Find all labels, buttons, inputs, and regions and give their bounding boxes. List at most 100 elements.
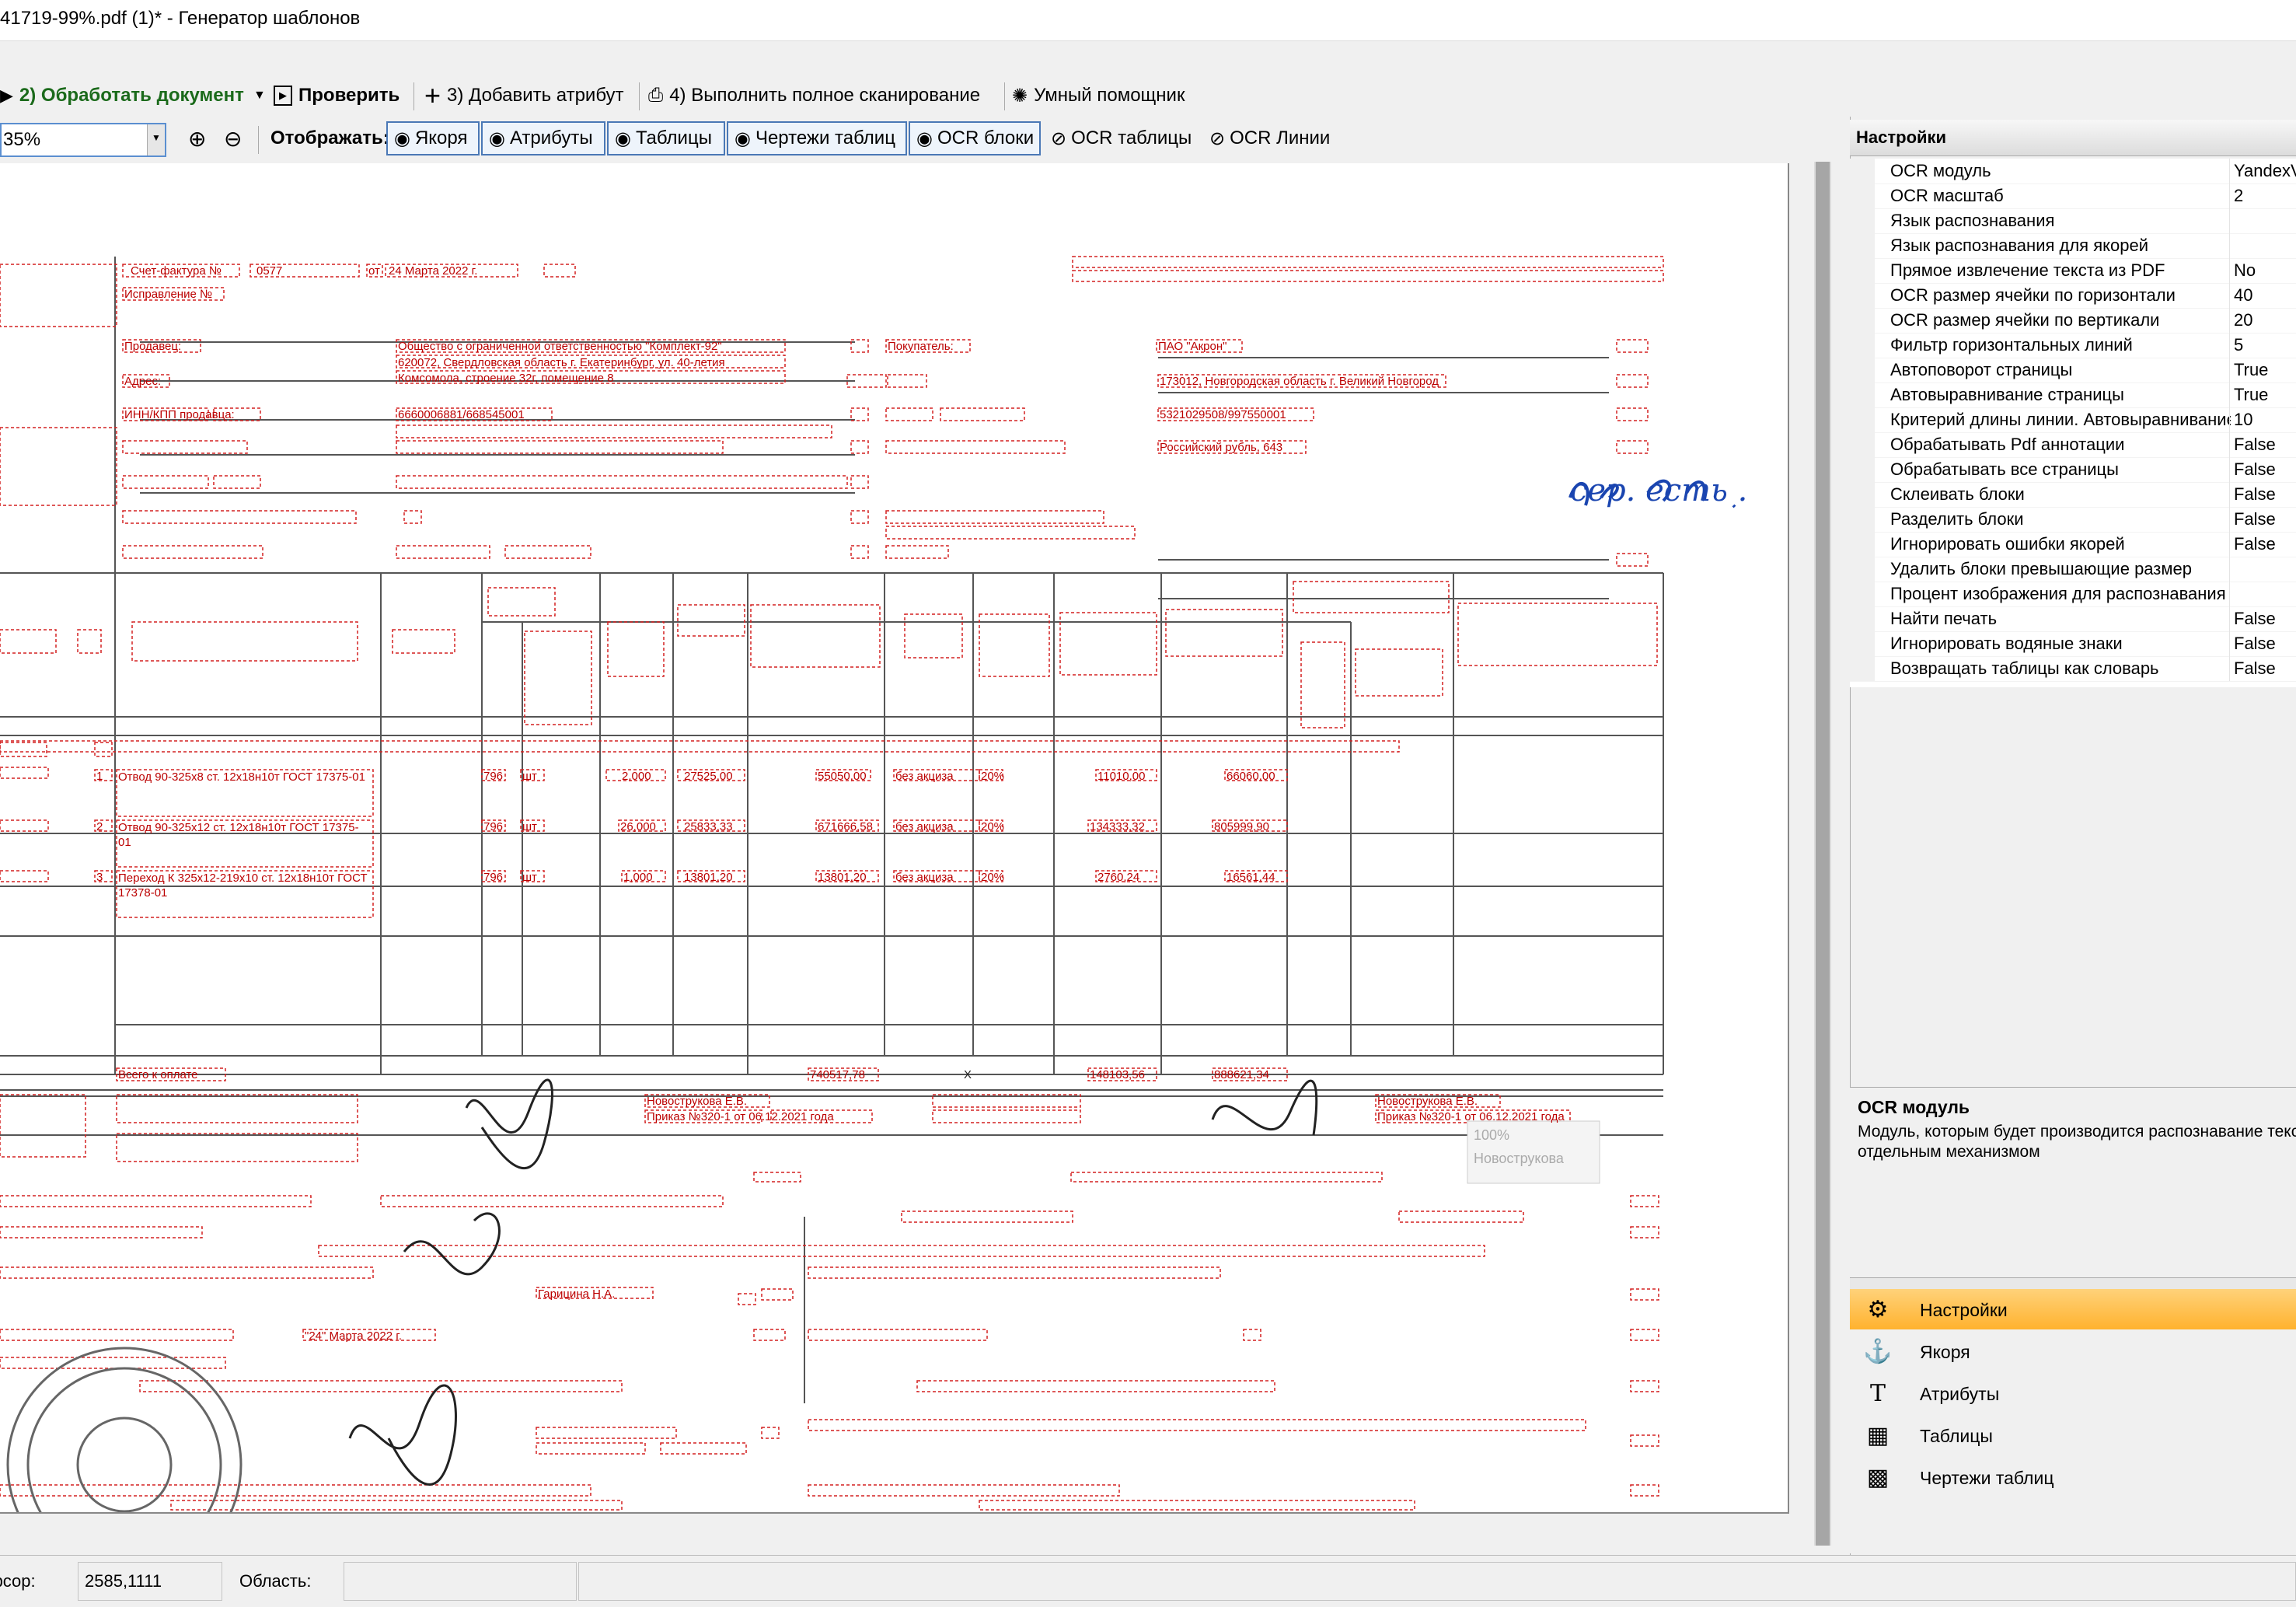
toggle-tables[interactable]: ◉ Таблицы [607,121,725,155]
check-label: Проверить [298,85,400,106]
property-row[interactable]: Игнорировать водяные знаки False [1850,631,2296,657]
property-value[interactable]: 10 [2234,410,2252,430]
property-value[interactable]: False [2234,634,2276,654]
property-value[interactable]: 40 [2234,285,2252,306]
property-value[interactable]: False [2234,484,2276,505]
property-value[interactable]: No [2234,260,2256,281]
property-row[interactable]: Язык распознавания [1850,208,2296,234]
cursor-value: 2585,1111 [78,1562,222,1601]
toggle-ocr-blocks[interactable]: ◉ OCR блоки [909,121,1041,155]
seller-label: Продавец: [124,340,182,353]
property-row[interactable]: Автовыравнивание страницы True [1850,383,2296,408]
scrollbar-thumb[interactable] [1816,162,1830,1546]
add-attribute-label: 3) Добавить атрибут [447,85,624,106]
toggle-ocr-tables[interactable]: ⊘ OCR таблицы [1045,121,1198,155]
nav-item-anchors[interactable]: ⚓ Якоря [1850,1331,2296,1371]
toggle-attributes[interactable]: ◉ Атрибуты [481,121,605,155]
overlay-name: Новострукова [1474,1151,1564,1166]
zoom-in-button[interactable]: ⊕ [182,121,212,155]
gear-icon: ⚙ [1867,1296,1889,1322]
property-row[interactable]: OCR размер ячейки по горизонтали 40 [1850,283,2296,309]
row-total: 16561,44 [1227,871,1275,884]
property-row[interactable]: Найти печать False [1850,606,2296,632]
zoom-out-button[interactable]: ⊖ [218,121,248,155]
process-document-button[interactable]: ▶ 2) Обработать документ [0,76,244,115]
nav-item-settings[interactable]: ⚙ Настройки [1850,1289,2296,1329]
property-row[interactable]: Обрабатывать все страницы False [1850,457,2296,483]
settings-panel-header: Настройки [1850,120,2296,156]
property-value[interactable]: True [2234,385,2268,405]
toggle-label: Атрибуты [509,128,593,148]
panel-splitter[interactable] [1850,1278,2296,1289]
toggle-label: OCR таблицы [1071,128,1192,148]
row-unit: 796 [483,820,504,833]
property-name: OCR размер ячейки по вертикали [1890,310,2160,330]
property-value[interactable]: False [2234,609,2276,629]
eye-icon: ◉ [735,128,751,149]
property-value[interactable]: False [2234,509,2276,529]
buyer-address: 173012, Новгородская область г. Великий … [1160,375,1439,388]
property-row[interactable]: Разделить блоки False [1850,507,2296,533]
property-value[interactable]: False [2234,534,2276,554]
property-value[interactable]: False [2234,659,2276,679]
row-sum: 55050,00 [818,770,867,783]
row-total: 805999,90 [1214,820,1269,833]
smart-assistant-label: Умный помощник [1034,85,1185,106]
table-drawing-icon: ▩ [1866,1464,1889,1490]
nav-item-attributes[interactable]: T Атрибуты [1850,1373,2296,1413]
property-row[interactable]: Игнорировать ошибки якорей False [1850,532,2296,557]
property-row[interactable]: Удалить блоки превышающие размер [1850,557,2296,582]
row-excise: без акциза [895,770,954,783]
toggle-table-drawings[interactable]: ◉ Чертежи таблиц [727,121,907,155]
property-row[interactable]: Возвращать таблицы как словарь False [1850,656,2296,682]
full-scan-button[interactable]: ⎙ 4) Выполнить полное сканирование [648,76,980,115]
check-button[interactable]: ▶ Проверить [274,76,400,115]
smart-assistant-button[interactable]: ✺ Умный помощник [1012,76,1185,115]
toggle-anchors[interactable]: ◉ Якоря [386,121,480,155]
property-value[interactable]: 5 [2234,335,2243,355]
area-label: Область: [239,1571,312,1591]
buyer-inn: 5321029508/997550001 [1160,408,1286,421]
property-row[interactable]: Прямое извлечение текста из PDF No [1850,258,2296,284]
nav-item-tables[interactable]: ▦ Таблицы [1850,1415,2296,1455]
nav-item-table-drawings[interactable]: ▩ Чертежи таблиц [1850,1457,2296,1497]
property-row[interactable]: Автоповорот страницы True [1850,358,2296,383]
add-attribute-button[interactable]: + 3) Добавить атрибут [424,76,624,115]
property-row[interactable]: Склеивать блоки False [1850,482,2296,508]
property-value[interactable]: False [2234,459,2276,480]
property-row[interactable]: OCR модуль YandexVision [1850,159,2296,184]
property-description: OCR модуль Модуль, которым будет произво… [1850,1087,2296,1278]
property-name: Критерий длины линии. Автовыравнивание [1890,410,2231,429]
property-name: Склеивать блоки [1890,484,2025,504]
property-row[interactable]: Язык распознавания для якорей [1850,233,2296,259]
property-row[interactable]: Фильтр горизонтальных линий 5 [1850,333,2296,358]
window-title: 41719-99%.pdf (1)* - Генератор шаблонов [0,8,361,29]
property-grid[interactable]: OCR модуль YandexVision OCR масштаб 2 Язык… [1850,159,2296,687]
property-value[interactable]: 2 [2234,186,2243,206]
property-row[interactable]: OCR масштаб 2 [1850,183,2296,209]
seller-name: Общество с ограниченной ответственностью… [398,340,722,353]
buyer-label: Покупатель: [888,340,954,353]
row-unit: 796 [483,871,504,884]
property-row[interactable]: Процент изображения для распознавания [1850,582,2296,607]
invoice-number: 0577 [256,264,283,278]
responsible: Гарицина Н.А. [538,1287,616,1301]
row-number: 3 [96,871,103,884]
row-unit: 796 [483,770,504,783]
property-row[interactable]: OCR размер ячейки по вертикали 20 [1850,308,2296,334]
signer-1: Новострукова Е.В. [647,1095,748,1108]
seller-address: 620072, Свердловская область г. Екатерин… [398,356,725,385]
process-dropdown-button[interactable]: ▼ [253,76,266,115]
property-row[interactable]: Обрабатывать Pdf аннотации False [1850,432,2296,458]
property-value[interactable]: YandexVision [2234,161,2296,181]
toggle-ocr-lines[interactable]: ⊘ OCR Линии [1203,121,1336,155]
row-tax: 20% [981,871,1005,884]
row-qty: 1,000 [623,871,653,884]
property-row[interactable]: Критерий длины линии. Автовыравнивание 10 [1850,407,2296,433]
row-tax: 20% [981,770,1005,783]
property-value[interactable]: True [2234,360,2268,380]
document-page[interactable]: Счет-фактура № 0577 от 24 Марта 2022 г. … [0,163,1789,1514]
property-value[interactable]: False [2234,435,2276,455]
eye-icon: ◉ [615,128,631,149]
property-value[interactable]: 20 [2234,310,2252,330]
